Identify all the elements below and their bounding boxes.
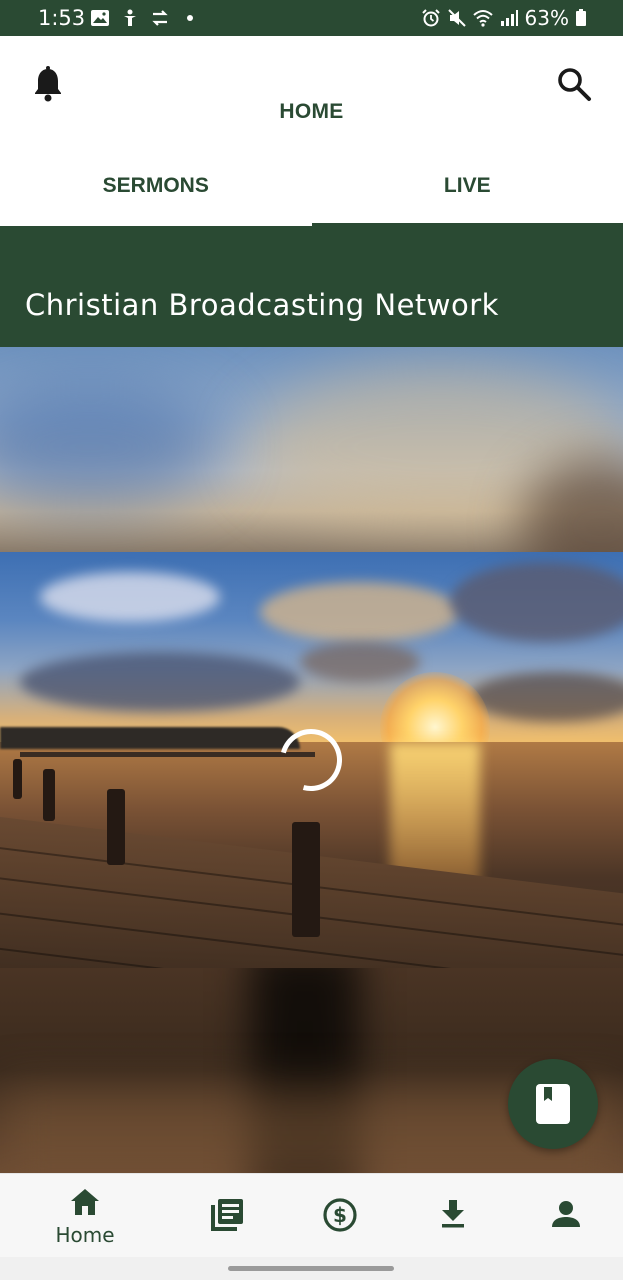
gallery-icon [91,10,109,26]
dot-icon [187,15,193,21]
svg-text:$: $ [333,1203,347,1227]
person-icon [552,1201,580,1227]
search-icon[interactable] [556,66,592,102]
channel-header: Christian Broadcasting Network [0,226,623,347]
accessibility-icon [124,9,136,26]
blurred-background-top [0,347,623,552]
channel-title: Christian Broadcasting Network [25,288,499,322]
library-icon [211,1199,243,1231]
app-header: HOME [0,36,623,150]
nav-profile[interactable] [526,1174,606,1258]
battery-percent: 63% [524,6,569,30]
bible-fab-button[interactable] [508,1059,598,1149]
bell-icon[interactable] [32,66,64,102]
status-time: 1:53 [38,6,86,30]
bottom-navigation: Home $ [0,1173,623,1257]
live-video-player[interactable] [0,552,623,968]
tab-sermons[interactable]: SERMONS [0,150,312,226]
download-icon [442,1200,464,1228]
alarm-icon [421,9,440,27]
home-gesture-handle[interactable] [228,1266,394,1271]
bookmark-book-icon [536,1084,570,1124]
nav-home[interactable]: Home [0,1174,170,1258]
home-icon [71,1189,99,1215]
signal-icon [500,10,518,26]
status-left-icons [90,9,200,27]
battery-icon [576,9,586,26]
wifi-icon [472,10,493,27]
nav-library[interactable] [186,1174,266,1258]
tab-live[interactable]: LIVE [311,150,623,226]
nav-downloads[interactable] [413,1174,493,1258]
status-bar: 1:53 63% [0,0,623,36]
nav-home-label: Home [55,1223,115,1247]
page-title: HOME [279,100,344,123]
tab-bar: SERMONS LIVE [0,150,623,226]
status-right: 63% [421,6,587,30]
dollar-icon: $ [323,1198,357,1232]
nav-giving[interactable]: $ [300,1174,380,1258]
system-gesture-bar [0,1257,623,1280]
mute-icon [447,9,466,27]
sync-icon [152,10,168,26]
